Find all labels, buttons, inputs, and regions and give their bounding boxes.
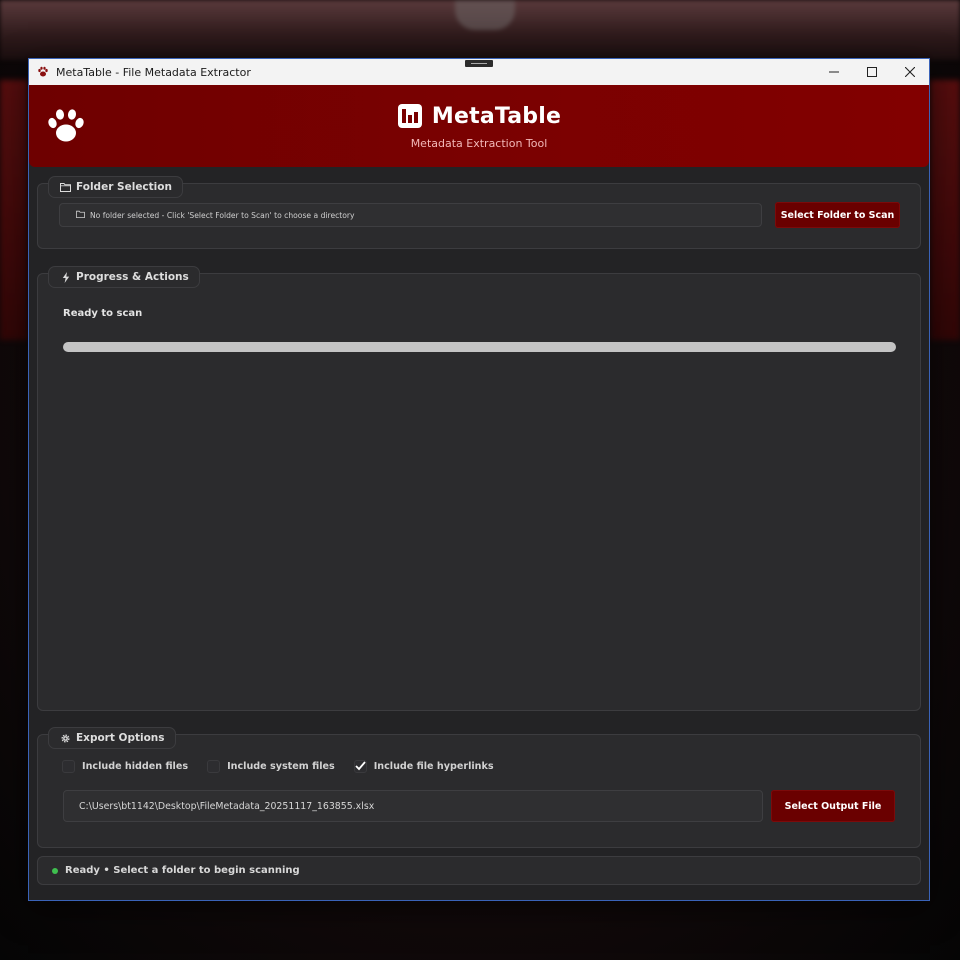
minimize-button[interactable] <box>815 59 853 85</box>
include-system-files-option[interactable]: Include system files <box>207 759 335 773</box>
app-title: MetaTable <box>431 103 562 129</box>
progress-bar <box>63 342 896 352</box>
app-header: MetaTable Metadata Extraction Tool <box>29 85 929 167</box>
include-file-hyperlinks-option[interactable]: Include file hyperlinks <box>353 759 494 773</box>
title-bar[interactable]: MetaTable - File Metadata Extractor <box>29 59 929 85</box>
include-hidden-files-option[interactable]: Include hidden files <box>62 759 189 773</box>
include-hidden-files-label: Include hidden files <box>82 760 189 772</box>
window-controls <box>815 59 929 85</box>
select-folder-button[interactable]: Select Folder to Scan <box>775 202 900 228</box>
maximize-button[interactable] <box>853 59 891 85</box>
backdrop-right <box>930 80 960 340</box>
progress-panel: Progress & Actions Ready to scan <box>37 266 921 711</box>
folder-selection-label: Folder Selection <box>76 181 172 193</box>
bar-chart-icon <box>397 103 423 129</box>
snap-grip[interactable] <box>465 60 493 67</box>
gear-icon <box>60 733 71 744</box>
folder-icon <box>76 210 85 220</box>
export-options-panel: Export Options Include hidden files Incl… <box>37 727 921 848</box>
include-hidden-files-checkbox[interactable] <box>62 759 75 773</box>
lightning-icon <box>60 271 71 283</box>
include-system-files-label: Include system files <box>227 760 335 772</box>
folder-icon <box>60 182 71 193</box>
progress-header: Progress & Actions <box>48 266 200 288</box>
backdrop-left <box>0 80 28 340</box>
output-file-path[interactable]: C:\Users\bt1142\Desktop\FileMetadata_202… <box>63 790 763 822</box>
checkmark-icon <box>355 761 366 771</box>
scan-status-text: Ready to scan <box>63 308 143 319</box>
app-window: MetaTable - File Metadata Extractor Meta… <box>28 58 930 901</box>
progress-label: Progress & Actions <box>76 271 189 283</box>
folder-selection-header: Folder Selection <box>48 176 183 198</box>
select-output-file-button[interactable]: Select Output File <box>771 790 895 822</box>
backdrop-top <box>0 0 960 60</box>
export-checkbox-row: Include hidden files Include system file… <box>62 757 513 775</box>
export-options-label: Export Options <box>76 732 165 744</box>
include-system-files-checkbox[interactable] <box>207 759 221 773</box>
export-options-header: Export Options <box>48 727 176 749</box>
folder-selection-panel: Folder Selection No folder selected - Cl… <box>37 176 921 249</box>
include-file-hyperlinks-checkbox[interactable] <box>353 759 367 773</box>
brand: MetaTable Metadata Extraction Tool <box>29 103 929 150</box>
folder-path-text: No folder selected - Click 'Select Folde… <box>90 210 355 220</box>
close-button[interactable] <box>891 59 929 85</box>
paw-icon <box>36 65 50 79</box>
folder-path-display: No folder selected - Click 'Select Folde… <box>59 203 762 227</box>
status-bar-text: Ready • Select a folder to begin scannin… <box>65 865 300 876</box>
window-title: MetaTable - File Metadata Extractor <box>56 65 251 79</box>
status-bar: Ready • Select a folder to begin scannin… <box>37 856 921 885</box>
app-subtitle: Metadata Extraction Tool <box>410 137 548 150</box>
status-indicator-dot <box>52 867 58 874</box>
include-file-hyperlinks-label: Include file hyperlinks <box>373 760 494 772</box>
